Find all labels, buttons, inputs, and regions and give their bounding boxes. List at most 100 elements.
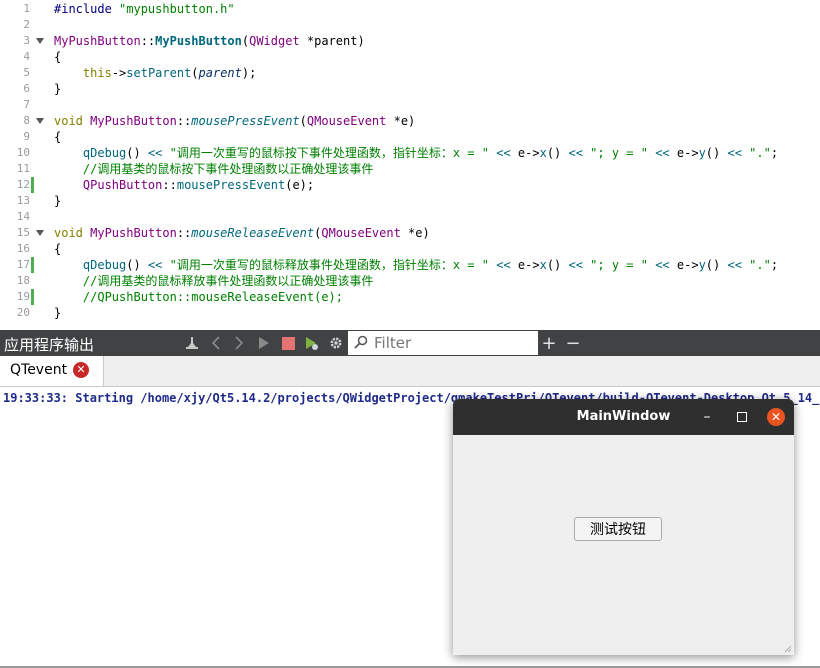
code-line[interactable]: 18 //调用基类的鼠标释放事件处理函数以正确处理该事件 <box>0 273 820 289</box>
code-text: QPushButton::mousePressEvent(e); <box>54 177 314 193</box>
line-number: 20 <box>16 306 30 319</box>
close-icon[interactable]: ✕ <box>767 408 785 426</box>
line-number: 3 <box>23 34 30 47</box>
code-token: mousePressEvent <box>176 178 286 192</box>
code-token: ( <box>299 114 307 128</box>
code-line[interactable]: 3 MyPushButton::MyPushButton(QWidget *par… <box>0 33 820 49</box>
maximize-icon[interactable] <box>737 412 747 422</box>
code-token: () <box>126 146 148 160</box>
code-line[interactable]: 11 //调用基类的鼠标按下事件处理函数以正确处理该事件 <box>0 161 820 177</box>
tab-close-icon[interactable]: ✕ <box>73 362 89 378</box>
code-token: () <box>705 146 728 160</box>
code-token: :: <box>176 114 192 128</box>
tab-qtevent[interactable]: QTevent ✕ <box>0 356 104 386</box>
code-text: //QPushButton::mouseReleaseEvent(e); <box>54 289 343 305</box>
test-button[interactable]: 测试按钮 <box>574 517 662 541</box>
code-token: ; <box>770 146 779 160</box>
code-token: y <box>698 146 706 160</box>
attach-debugger-icon[interactable] <box>303 334 321 352</box>
code-line[interactable]: 16 { <box>0 241 820 257</box>
code-token: MyPushButton <box>155 34 242 48</box>
code-text: qDebug() << "调用一次重写的鼠标释放事件处理函数，指针坐标：x = … <box>54 257 778 273</box>
zoom-out-icon[interactable]: − <box>564 333 582 354</box>
resize-grip-icon[interactable] <box>784 645 792 653</box>
filter-input[interactable] <box>374 333 534 353</box>
code-line[interactable]: 20} <box>0 305 820 321</box>
modified-line-marker <box>31 257 34 273</box>
code-text: { <box>54 241 61 257</box>
code-token: :: <box>140 34 156 48</box>
line-number: 12 <box>16 178 30 191</box>
line-number: 8 <box>23 114 30 127</box>
code-token: e-> <box>510 258 540 272</box>
fold-arrow-icon[interactable] <box>36 38 44 44</box>
fold-arrow-icon[interactable] <box>36 230 44 236</box>
output-pane-title: 应用程序输出 <box>4 336 95 354</box>
tab-label: QTevent <box>10 362 68 378</box>
code-token: -> <box>111 66 127 80</box>
code-token: QMouseEvent <box>306 114 387 128</box>
code-line[interactable]: 17 qDebug() << "调用一次重写的鼠标释放事件处理函数，指针坐标：x… <box>0 257 820 273</box>
code-text: void MyPushButton::mousePressEvent(QMous… <box>54 113 415 129</box>
code-token: "调用一次重写的鼠标按下事件处理函数，指针坐标：x = " <box>162 146 497 160</box>
code-token: "." <box>741 258 771 272</box>
code-editor[interactable]: 1 #include "mypushbutton.h" 2 3 MyPushButton… <box>0 0 820 330</box>
code-token: () <box>546 146 569 160</box>
window-titlebar[interactable]: MainWindow – ✕ <box>453 399 794 435</box>
code-line[interactable]: 13} <box>0 193 820 209</box>
code-token: QMouseEvent <box>321 226 401 240</box>
zoom-in-icon[interactable]: + <box>540 333 558 354</box>
code-token: "调用一次重写的鼠标释放事件处理函数，指针坐标：x = " <box>162 258 497 272</box>
stop-icon[interactable] <box>279 334 297 352</box>
code-token: "; y = " <box>582 258 656 272</box>
code-token: << <box>147 258 163 272</box>
code-text: void MyPushButton::mouseReleaseEvent(QMo… <box>54 225 430 241</box>
code-line[interactable]: 8 void MyPushButton::mousePressEvent(QMou… <box>0 113 820 129</box>
code-line[interactable]: 6} <box>0 81 820 97</box>
code-line[interactable]: 12 QPushButton::mousePressEvent(e); <box>0 177 820 193</box>
code-token: QWidget <box>249 34 300 48</box>
code-line[interactable]: 5 this->setParent(parent); <box>0 65 820 81</box>
line-number: 2 <box>23 18 30 31</box>
code-line[interactable]: 15 void MyPushButton::mouseReleaseEvent(Q… <box>0 225 820 241</box>
code-token: () <box>546 258 569 272</box>
fold-arrow-icon[interactable] <box>36 118 44 124</box>
code-line[interactable]: 7 <box>0 97 820 113</box>
code-token: "." <box>741 146 771 160</box>
settings-gear-icon[interactable] <box>327 334 345 352</box>
code-token: } <box>54 82 62 96</box>
code-token: void <box>54 114 91 128</box>
code-token: e-> <box>669 146 699 160</box>
line-number: 15 <box>16 226 30 239</box>
code-text: //调用基类的鼠标释放事件处理函数以正确处理该事件 <box>54 273 373 289</box>
code-line[interactable]: 19 //QPushButton::mouseReleaseEvent(e); <box>0 289 820 305</box>
code-line[interactable]: 10 qDebug() << "调用一次重写的鼠标按下事件处理函数，指针坐标：x… <box>0 145 820 161</box>
search-icon <box>354 335 368 353</box>
code-token: << <box>727 146 742 160</box>
code-line[interactable]: 14 <box>0 209 820 225</box>
code-token: << <box>496 258 511 272</box>
code-token: () <box>705 258 728 272</box>
code-token: () <box>126 258 148 272</box>
line-number: 18 <box>16 274 30 287</box>
clear-output-icon[interactable] <box>183 334 201 352</box>
next-item-icon[interactable] <box>230 334 248 352</box>
code-line[interactable]: 9{ <box>0 129 820 145</box>
code-text: } <box>54 305 61 321</box>
filter-box <box>348 331 538 355</box>
code-token: ; <box>770 258 779 272</box>
code-token: #include <box>54 2 120 16</box>
code-token: mousePressEvent <box>191 114 300 128</box>
code-token: MyPushButton <box>54 34 141 48</box>
previous-item-icon[interactable] <box>207 334 225 352</box>
code-token: void <box>54 226 91 240</box>
code-line[interactable]: 1 #include "mypushbutton.h" <box>0 1 820 17</box>
code-line[interactable]: 2 <box>0 17 820 33</box>
code-line[interactable]: 4{ <box>0 49 820 65</box>
code-token: "; y = " <box>582 146 656 160</box>
run-icon[interactable] <box>255 334 273 352</box>
code-token: //调用基类的鼠标按下事件处理函数以正确处理该事件 <box>82 162 374 176</box>
main-window: MainWindow – ✕ 测试按钮 <box>453 399 794 655</box>
minimize-icon[interactable]: – <box>699 409 715 425</box>
code-token: ( <box>191 66 199 80</box>
